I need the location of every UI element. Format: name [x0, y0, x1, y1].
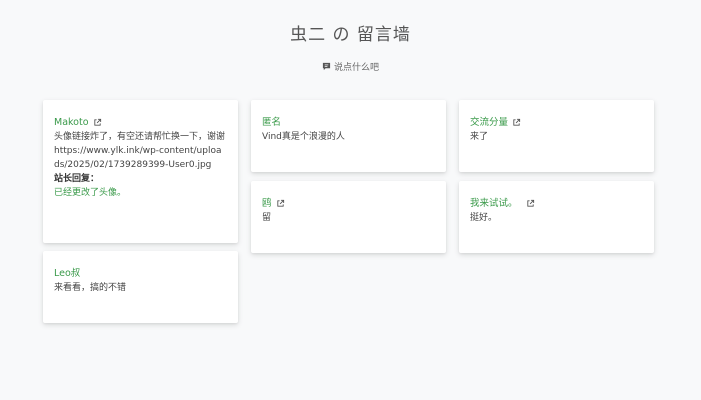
message-author: 我来试试。	[470, 198, 518, 209]
message-card: 我来试试。 挺好。	[459, 181, 654, 253]
message-author-name: 匿名	[262, 117, 282, 128]
message-author-link[interactable]: 交流分量	[470, 116, 643, 129]
message-card: 匿名 Vind真是个浪漫的人	[251, 100, 446, 172]
admin-reply-label: 站长回复：	[54, 174, 100, 184]
message-card: 交流分量 来了	[459, 100, 654, 172]
external-link-icon	[276, 199, 284, 207]
message-author: 鸥	[262, 198, 272, 209]
message-card: Leo叔 来看看，搞的不错	[43, 251, 238, 323]
external-link-icon	[513, 118, 521, 126]
external-link-icon	[526, 199, 534, 207]
page-title: 虫二 の 留言墙	[290, 25, 411, 45]
comment-icon	[322, 62, 331, 74]
message-content: 头像链接炸了，有空还请帮忙换一下，谢谢https://www.ylk.ink/w…	[54, 132, 226, 170]
leave-message-label: 说点什么吧	[333, 63, 379, 73]
leave-message-link[interactable]: 说点什么吧	[0, 60, 701, 74]
message-content: 来看看，搞的不错	[54, 283, 127, 293]
message-card: 鸥 留	[251, 181, 446, 253]
message-author-link[interactable]: 我来试试。	[470, 197, 643, 210]
message-content: 来了	[470, 132, 489, 142]
external-link-icon	[93, 118, 101, 126]
message-author: Leo叔	[54, 267, 227, 280]
message-author-name: Leo叔	[54, 268, 81, 279]
message-author-link[interactable]: 鸥	[262, 197, 435, 210]
message-content: 挺好。	[470, 213, 498, 223]
message-author: 匿名	[262, 116, 435, 129]
message-author: Makoto	[54, 117, 89, 128]
message-author: 交流分量	[470, 117, 509, 128]
message-content: Vind真是个浪漫的人	[262, 132, 345, 142]
message-author-link[interactable]: Makoto	[54, 116, 227, 129]
admin-reply: 已经更改了头像。	[54, 188, 127, 198]
message-card: Makoto 头像链接炸了，有空还请帮忙换一下，谢谢https://www.yl…	[43, 100, 238, 243]
message-content: 留	[262, 213, 272, 223]
